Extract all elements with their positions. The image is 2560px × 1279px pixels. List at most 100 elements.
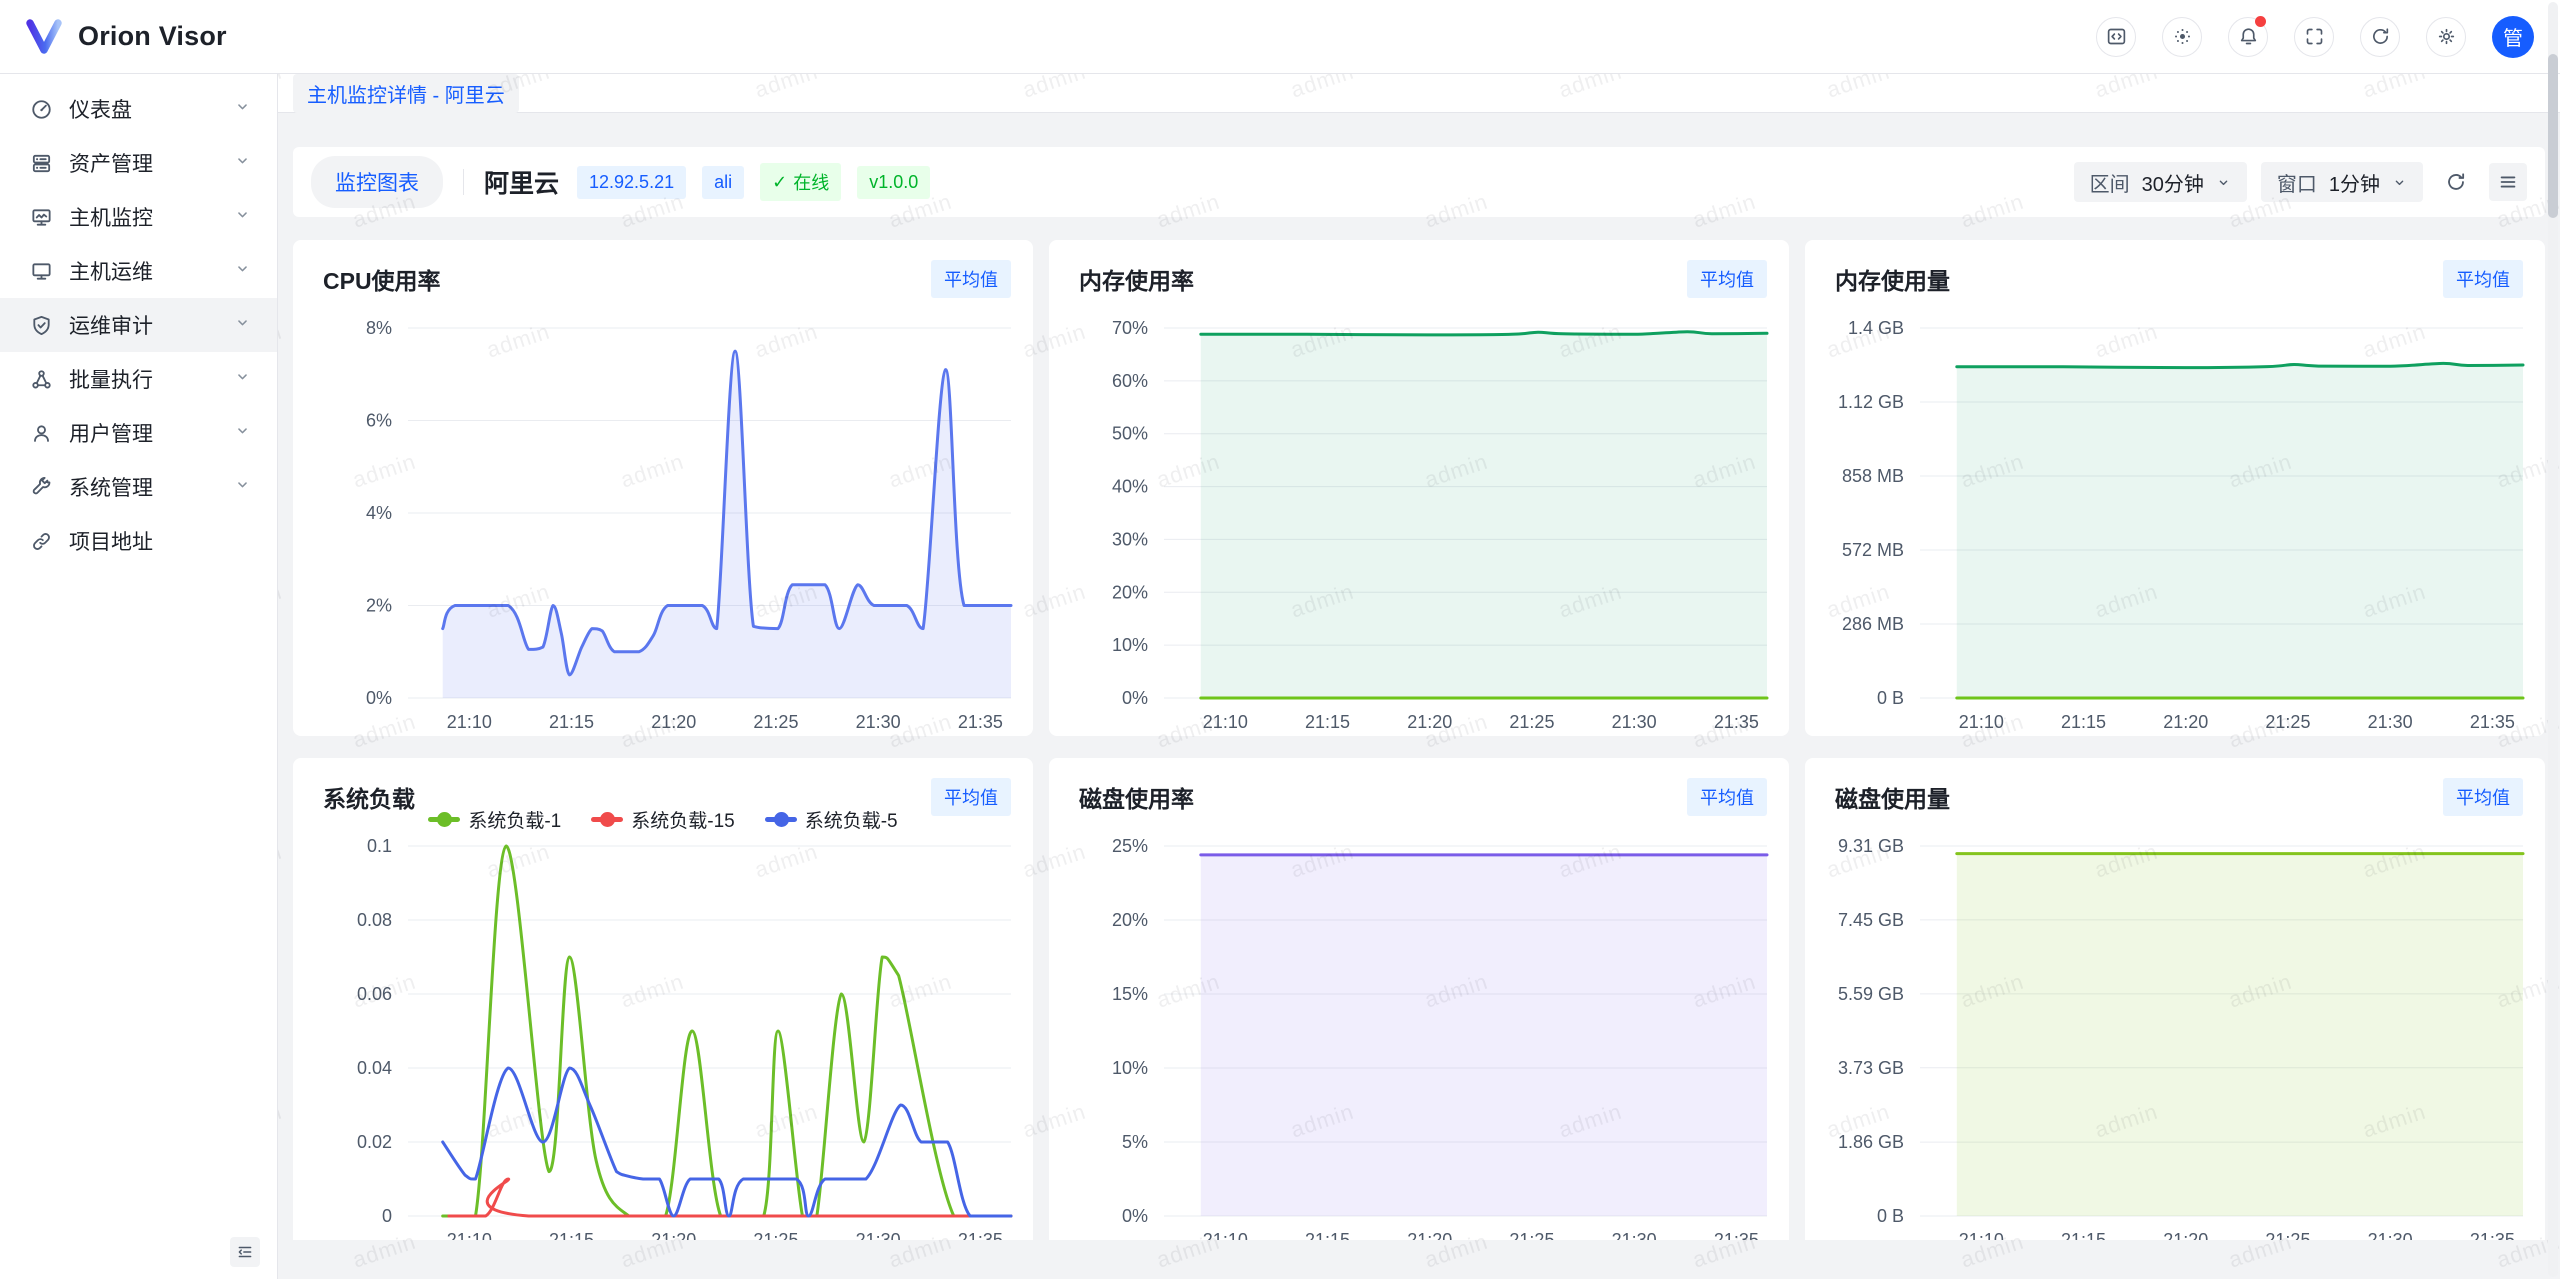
svg-text:20%: 20% bbox=[1112, 910, 1148, 930]
chart-settings-button[interactable] bbox=[2489, 163, 2527, 201]
panel-title: 内存使用率 bbox=[1079, 262, 1194, 296]
average-badge[interactable]: 平均值 bbox=[1687, 778, 1767, 816]
brand-name: Orion Visor bbox=[78, 21, 227, 52]
average-badge[interactable]: 平均值 bbox=[2443, 260, 2523, 298]
sidebar-item-label: 资产管理 bbox=[69, 148, 234, 178]
host-status-label: 在线 bbox=[793, 169, 829, 195]
interval-select[interactable]: 区间 30分钟 bbox=[2074, 162, 2247, 202]
panel-system-load: 系统负载 平均值 系统负载-1系统负载-15系统负载-5 00.020.040.… bbox=[293, 758, 1033, 1240]
scrollbar-thumb[interactable] bbox=[2548, 54, 2558, 218]
theme-toggle-button[interactable] bbox=[2162, 17, 2202, 57]
notifications-button[interactable] bbox=[2228, 17, 2268, 57]
legend-label: 系统负载-5 bbox=[805, 806, 898, 833]
sidebar-item-batch-exec[interactable]: 批量执行 bbox=[0, 352, 277, 406]
sidebar-item-user-mgmt[interactable]: 用户管理 bbox=[0, 406, 277, 460]
svg-text:0.06: 0.06 bbox=[357, 984, 392, 1004]
legend-item[interactable]: 系统负载-15 bbox=[591, 806, 734, 833]
svg-text:858 MB: 858 MB bbox=[1842, 466, 1904, 486]
panel-head: 磁盘使用量 平均值 bbox=[1835, 778, 2523, 816]
svg-text:9.31 GB: 9.31 GB bbox=[1838, 836, 1904, 856]
panel-disk-usage-rate: 磁盘使用率 平均值 0%5%10%15%20%25%21:1021:1521:2… bbox=[1049, 758, 1789, 1240]
window-select[interactable]: 窗口 1分钟 bbox=[2261, 162, 2423, 202]
user-avatar[interactable]: 管 bbox=[2492, 16, 2534, 58]
chart-memory-usage-amount[interactable]: 0 B286 MB572 MB858 MB1.12 GB1.4 GB21:102… bbox=[1805, 240, 2545, 736]
menu-fold-icon bbox=[236, 1243, 254, 1261]
svg-text:21:35: 21:35 bbox=[1714, 1230, 1759, 1240]
settings-button[interactable] bbox=[2426, 17, 2466, 57]
chart-memory-usage-rate[interactable]: 0%10%20%30%40%50%60%70%21:1021:1521:2021… bbox=[1049, 240, 1789, 736]
gear-icon bbox=[2436, 26, 2457, 47]
svg-text:21:15: 21:15 bbox=[2061, 712, 2106, 732]
svg-text:0.02: 0.02 bbox=[357, 1132, 392, 1152]
legend-item[interactable]: 系统负载-5 bbox=[765, 806, 898, 833]
svg-text:60%: 60% bbox=[1112, 371, 1148, 391]
assets-icon bbox=[30, 152, 53, 175]
refresh-page-button[interactable] bbox=[2360, 17, 2400, 57]
fullscreen-icon bbox=[2304, 26, 2325, 47]
svg-text:21:25: 21:25 bbox=[753, 1230, 798, 1240]
average-badge[interactable]: 平均值 bbox=[931, 260, 1011, 298]
fullscreen-button[interactable] bbox=[2294, 17, 2334, 57]
chart-disk-usage-amount[interactable]: 0 B1.86 GB3.73 GB5.59 GB7.45 GB9.31 GB21… bbox=[1805, 758, 2545, 1240]
svg-text:21:15: 21:15 bbox=[2061, 1230, 2106, 1240]
charts-grid: CPU使用率 平均值 0%2%4%6%8%21:1021:1521:2021:2… bbox=[293, 240, 2545, 1240]
svg-text:21:30: 21:30 bbox=[1612, 712, 1657, 732]
svg-text:21:35: 21:35 bbox=[958, 1230, 1003, 1240]
svg-text:0.1: 0.1 bbox=[367, 836, 392, 856]
sidebar-item-host-ops[interactable]: 主机运维 bbox=[0, 244, 277, 298]
chart-legend: 系统负载-1 系统负载-15 系统负载-5 bbox=[293, 806, 1033, 833]
hostops-icon bbox=[30, 260, 53, 283]
svg-text:21:10: 21:10 bbox=[1959, 712, 2004, 732]
svg-text:21:35: 21:35 bbox=[1714, 712, 1759, 732]
code-button[interactable] bbox=[2096, 17, 2136, 57]
host-ip-badge: 12.92.5.21 bbox=[577, 166, 686, 199]
interval-select-label: 区间 bbox=[2090, 168, 2130, 197]
svg-text:15%: 15% bbox=[1112, 984, 1148, 1004]
chevron-down-icon bbox=[234, 98, 251, 120]
sidebar-item-host-monitor[interactable]: 主机监控 bbox=[0, 190, 277, 244]
svg-text:40%: 40% bbox=[1112, 477, 1148, 497]
breadcrumb-tab[interactable]: 主机监控详情 - 阿里云 bbox=[293, 74, 519, 113]
host-name: 阿里云 bbox=[484, 164, 559, 200]
refresh-charts-button[interactable] bbox=[2437, 163, 2475, 201]
chevron-down-icon bbox=[2392, 175, 2407, 190]
monitor-chart-tab[interactable]: 监控图表 bbox=[311, 156, 443, 208]
chart-disk-usage-rate[interactable]: 0%5%10%15%20%25%21:1021:1521:2021:2521:3… bbox=[1049, 758, 1789, 1240]
sidebar-item-system-mgmt[interactable]: 系统管理 bbox=[0, 460, 277, 514]
content-area: 监控图表 阿里云 12.92.5.21 ali ✓在线 v1.0.0 区间 30… bbox=[278, 113, 2560, 1240]
svg-text:10%: 10% bbox=[1112, 1058, 1148, 1078]
sun-icon bbox=[2172, 26, 2193, 47]
sidebar-item-dashboard[interactable]: 仪表盘 bbox=[0, 82, 277, 136]
svg-text:21:30: 21:30 bbox=[856, 1230, 901, 1240]
chevron-down-icon bbox=[234, 422, 251, 444]
svg-text:1.4 GB: 1.4 GB bbox=[1848, 318, 1904, 338]
average-badge[interactable]: 平均值 bbox=[2443, 778, 2523, 816]
panel-head: 磁盘使用率 平均值 bbox=[1079, 778, 1767, 816]
chevron-down-icon bbox=[234, 476, 251, 498]
legend-item[interactable]: 系统负载-1 bbox=[428, 806, 561, 833]
brand-logo[interactable]: Orion Visor bbox=[0, 19, 227, 55]
bell-icon bbox=[2238, 26, 2259, 47]
sidebar-item-project-link[interactable]: 项目地址 bbox=[0, 514, 277, 568]
svg-text:286 MB: 286 MB bbox=[1842, 614, 1904, 634]
panel-head: CPU使用率 平均值 bbox=[323, 260, 1011, 298]
svg-text:0%: 0% bbox=[366, 688, 392, 708]
svg-text:21:20: 21:20 bbox=[1407, 1230, 1452, 1240]
sidebar-item-label: 主机运维 bbox=[69, 256, 234, 286]
sidebar-collapse-button[interactable] bbox=[230, 1237, 260, 1267]
svg-text:25%: 25% bbox=[1112, 836, 1148, 856]
sidebar-item-ops-audit[interactable]: 运维审计 bbox=[0, 298, 277, 352]
host-toolbar: 监控图表 阿里云 12.92.5.21 ali ✓在线 v1.0.0 区间 30… bbox=[293, 147, 2545, 217]
svg-text:21:30: 21:30 bbox=[856, 712, 901, 732]
sidebar-item-assets[interactable]: 资产管理 bbox=[0, 136, 277, 190]
chart-cpu-usage[interactable]: 0%2%4%6%8%21:1021:1521:2021:2521:3021:35 bbox=[293, 240, 1033, 736]
svg-text:21:25: 21:25 bbox=[2265, 1230, 2310, 1240]
sidebar-item-label: 仪表盘 bbox=[69, 94, 234, 124]
svg-text:21:25: 21:25 bbox=[1509, 712, 1554, 732]
average-badge[interactable]: 平均值 bbox=[1687, 260, 1767, 298]
sidebar-item-label: 主机监控 bbox=[69, 202, 234, 232]
window-select-label: 窗口 bbox=[2277, 168, 2317, 197]
user-icon bbox=[30, 422, 53, 445]
svg-text:21:30: 21:30 bbox=[2368, 1230, 2413, 1240]
system-icon bbox=[30, 476, 53, 499]
